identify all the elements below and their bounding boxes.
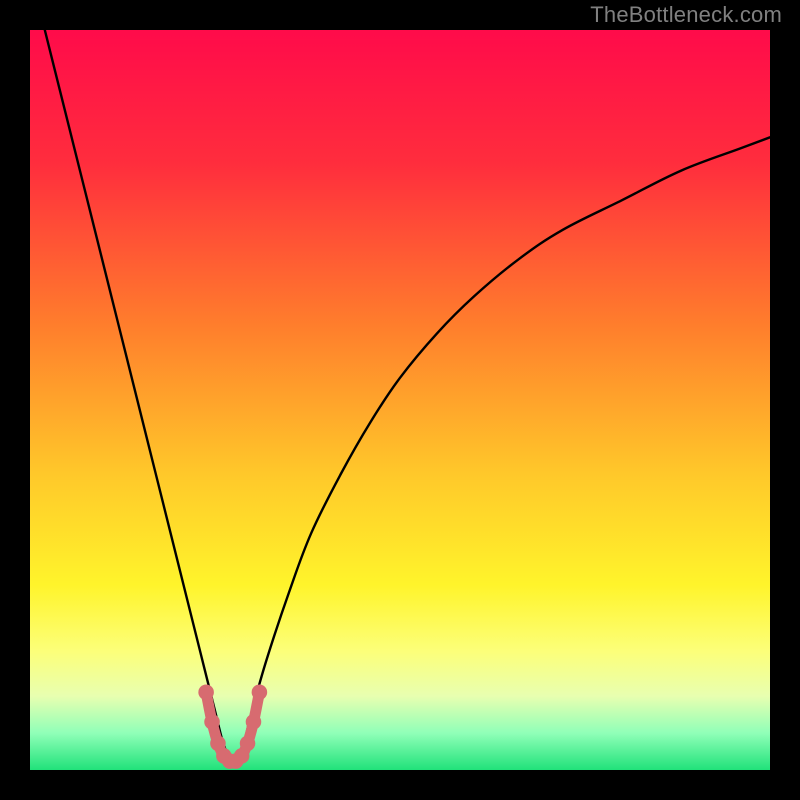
valley-marker xyxy=(252,685,268,701)
valley-marker xyxy=(198,685,214,701)
valley-marker xyxy=(204,714,220,730)
valley-marker xyxy=(246,714,262,730)
chart-stage: TheBottleneck.com xyxy=(0,0,800,800)
gradient-background xyxy=(30,30,770,770)
watermark-text: TheBottleneck.com xyxy=(590,2,782,28)
chart-svg xyxy=(30,30,770,770)
valley-marker xyxy=(240,736,256,752)
